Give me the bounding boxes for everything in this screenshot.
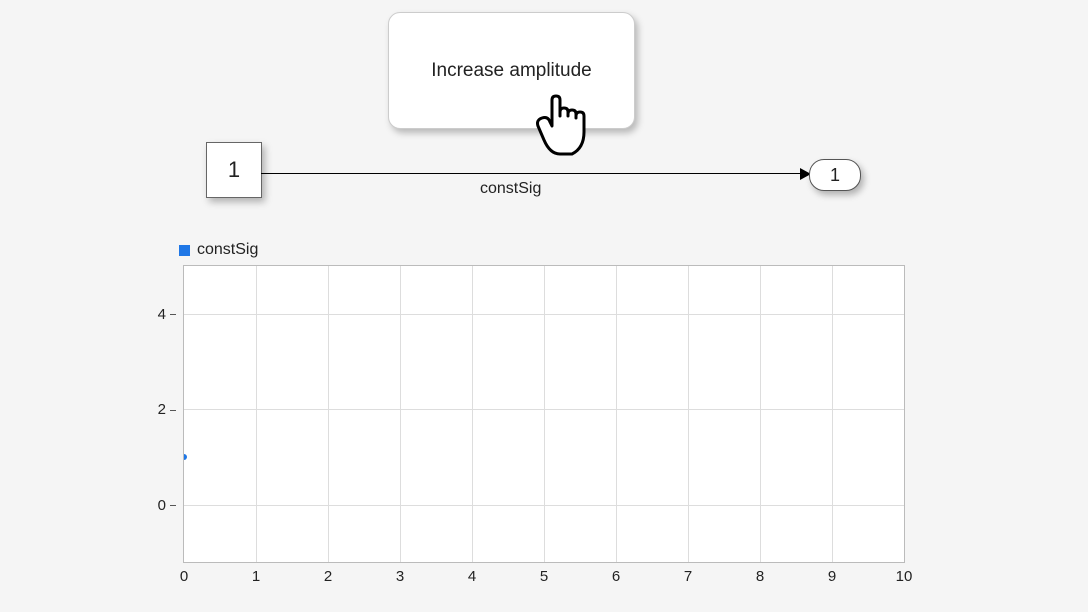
gridline-v (544, 266, 545, 562)
data-point (184, 454, 187, 460)
gridline-v (832, 266, 833, 562)
y-tick-label: 0 (136, 497, 176, 514)
increase-amplitude-button[interactable]: Increase amplitude (388, 12, 635, 129)
chart-legend: constSig (179, 241, 258, 259)
legend-swatch-icon (179, 245, 190, 256)
x-tick-label: 0 (164, 568, 204, 585)
gridline-h (184, 505, 904, 506)
x-tick-label: 1 (236, 568, 276, 585)
increase-amplitude-label: Increase amplitude (431, 60, 592, 82)
x-tick-label: 4 (452, 568, 492, 585)
x-tick-label: 9 (812, 568, 852, 585)
outport-label: 1 (830, 165, 840, 186)
x-tick-label: 10 (884, 568, 924, 585)
gridline-v (328, 266, 329, 562)
constant-block-value: 1 (228, 157, 240, 183)
gridline-v (472, 266, 473, 562)
x-tick-label: 3 (380, 568, 420, 585)
gridline-v (616, 266, 617, 562)
x-tick-label: 5 (524, 568, 564, 585)
gridline-v (400, 266, 401, 562)
constant-block[interactable]: 1 (206, 142, 262, 198)
chart-area[interactable]: 012345678910024 (183, 265, 905, 563)
x-tick-label: 8 (740, 568, 780, 585)
x-tick-label: 7 (668, 568, 708, 585)
gridline-v (760, 266, 761, 562)
signal-label: constSig (480, 180, 541, 198)
y-tick-label: 2 (136, 401, 176, 418)
gridline-h (184, 409, 904, 410)
x-tick-label: 6 (596, 568, 636, 585)
gridline-v (688, 266, 689, 562)
legend-series-name: constSig (197, 241, 258, 259)
gridline-v (256, 266, 257, 562)
gridline-h (184, 314, 904, 315)
outport-block[interactable]: 1 (809, 159, 861, 191)
y-tick-label: 4 (136, 306, 176, 323)
x-tick-label: 2 (308, 568, 348, 585)
signal-line[interactable] (261, 173, 806, 174)
